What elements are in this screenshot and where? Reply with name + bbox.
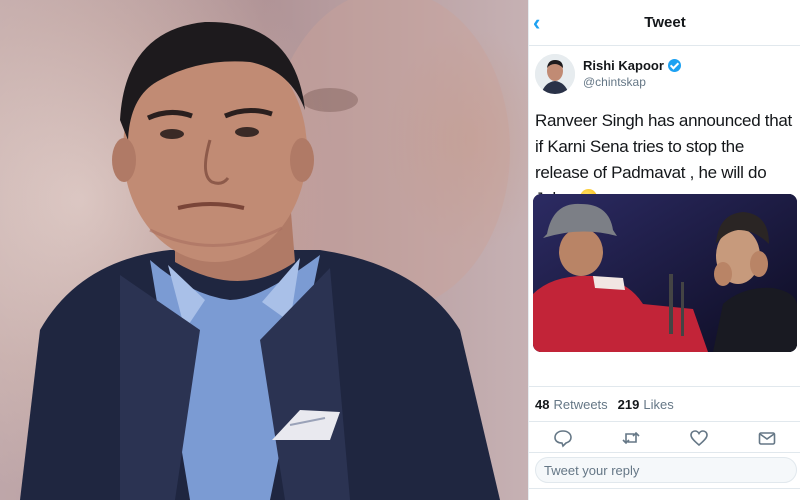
reply-input[interactable] [535,457,797,483]
bottom-tab-bar [529,488,800,500]
tweet-panel: ‹ Tweet Rishi Kapoor @chintskap Ranveer … [528,0,800,500]
reply-bar [529,452,800,486]
media-photo [533,194,797,352]
photo-panel [0,0,528,500]
tweet-author[interactable]: Rishi Kapoor @chintskap [535,54,797,96]
verified-badge-icon [667,59,681,72]
author-name-text: Rishi Kapoor [583,58,664,73]
chevron-left-icon[interactable]: ‹ [533,12,553,34]
retweets-label[interactable]: Retweets [553,397,607,412]
page-title: Tweet [644,14,686,31]
tweet-media-image[interactable] [533,194,797,352]
avatar[interactable] [535,54,575,94]
reply-icon[interactable] [553,428,573,448]
share-icon[interactable] [757,428,777,448]
likes-count[interactable]: 219 [618,397,640,412]
author-name[interactable]: Rishi Kapoor [583,58,681,73]
retweets-count[interactable]: 48 [535,397,549,412]
retweet-icon[interactable] [621,428,641,448]
tweet-actions [529,424,800,452]
likes-label[interactable]: Likes [643,397,673,412]
tweet-stats: 48 Retweets 219 Likes [529,386,800,422]
like-icon[interactable] [689,428,709,448]
nav-bar: ‹ Tweet [529,0,800,46]
avatar-image [535,54,575,94]
person-portrait [20,0,510,500]
author-handle[interactable]: @chintskap [583,75,646,89]
